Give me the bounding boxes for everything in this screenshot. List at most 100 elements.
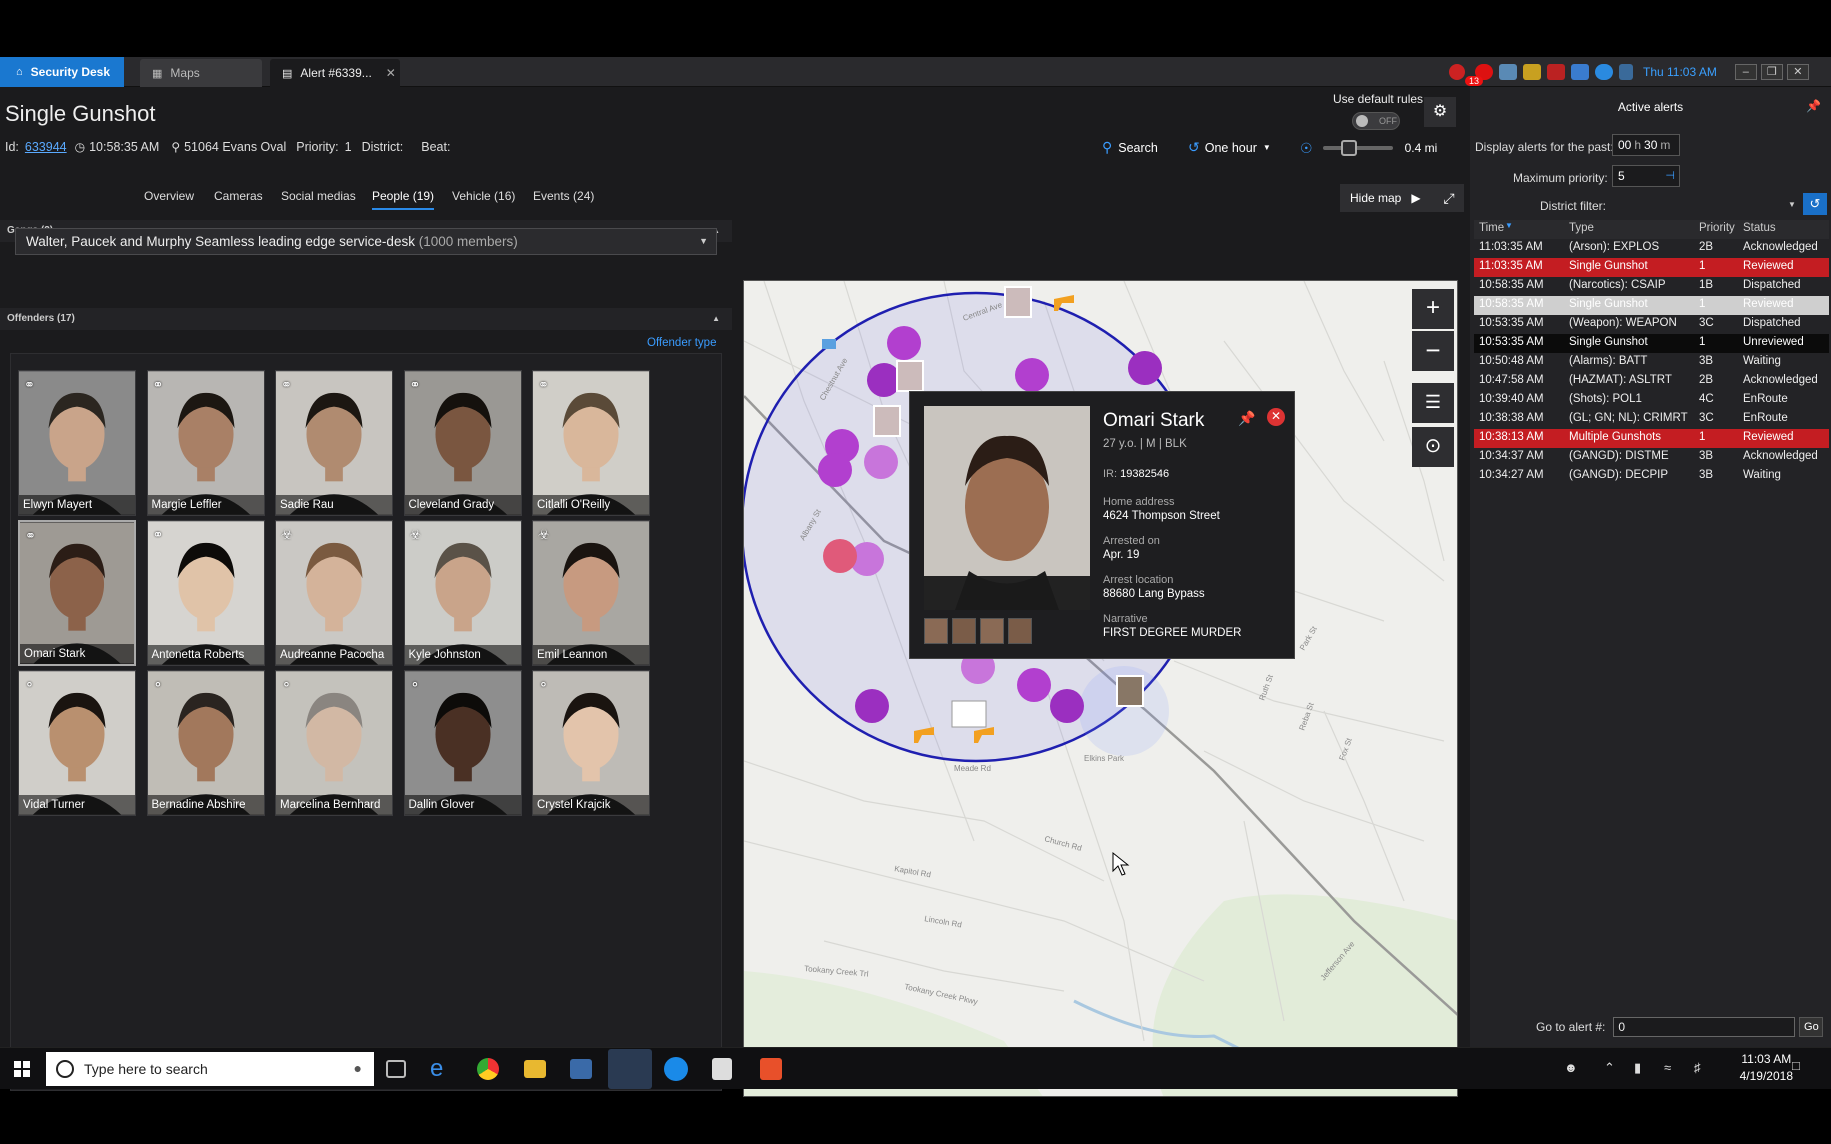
taskbar-search[interactable]: Type here to search ● xyxy=(46,1052,374,1086)
close-button[interactable]: ✕ xyxy=(1786,64,1809,80)
zoom-out-button[interactable]: − xyxy=(1412,331,1454,371)
windows-start-icon[interactable] xyxy=(14,1061,30,1077)
close-tab-icon[interactable]: ✕ xyxy=(386,66,396,80)
go-button[interactable]: Go xyxy=(1799,1017,1824,1037)
alert-row[interactable]: 10:58:35 AM (Narcotics): CSAIP 1B Dispatche… xyxy=(1474,277,1829,296)
monitor-icon[interactable] xyxy=(1499,64,1517,80)
pin-icon[interactable]: 📌 xyxy=(1238,410,1255,427)
globe-icon[interactable] xyxy=(1595,64,1613,80)
radius-slider[interactable]: ☉ 0.4 mi xyxy=(1300,139,1450,157)
notifications-icon[interactable]: 13 xyxy=(1449,62,1484,86)
alert-row[interactable]: 11:03:35 AM (Arson): EXPLOS 2B Acknowledged xyxy=(1474,239,1829,258)
offender-card[interactable]: ⚭ Cleveland Grady xyxy=(403,370,522,516)
pin-icon[interactable]: 📌 xyxy=(1806,99,1821,113)
alert-row[interactable]: 11:03:35 AM Single Gunshot 1 Reviewed xyxy=(1474,258,1829,277)
offender-card[interactable]: ⚬ Vidal Turner xyxy=(18,670,136,816)
offender-card[interactable]: ☣ Emil Leannon xyxy=(532,520,650,666)
people-icon[interactable]: ☻ xyxy=(1564,1060,1578,1075)
offender-card[interactable]: ⚭ Omari Stark xyxy=(18,520,136,666)
slider-handle-icon[interactable]: ⊣ xyxy=(1665,166,1675,186)
alert-row[interactable]: 10:38:38 AM (GL; GN; NL): CRIMRT 3C EnRoute xyxy=(1474,410,1829,429)
gang-select[interactable]: Walter, Paucek and Murphy Seamless leadi… xyxy=(15,228,717,255)
task-view-icon[interactable] xyxy=(386,1060,406,1078)
tab-vehicle[interactable]: Vehicle (16) xyxy=(452,189,515,203)
search-button[interactable]: ⚲ Search xyxy=(1102,139,1158,156)
edge-icon[interactable]: e xyxy=(430,1055,460,1083)
thumbnail[interactable] xyxy=(980,618,1004,644)
tab-maps[interactable]: ▦ Maps xyxy=(140,59,262,87)
offender-card[interactable]: ⚭ Citlalli O'Reilly xyxy=(532,370,650,516)
tab-security-desk[interactable]: ⌂ Security Desk xyxy=(0,57,124,87)
slider-knob[interactable] xyxy=(1340,140,1357,156)
tab-cameras[interactable]: Cameras xyxy=(214,189,263,203)
wifi-icon[interactable]: ≈ xyxy=(1664,1060,1671,1075)
store-icon[interactable] xyxy=(570,1059,592,1079)
speaker-muted-icon[interactable]: ♯ xyxy=(1694,1060,1701,1075)
offender-type-link[interactable]: Offender type xyxy=(647,337,716,349)
alert-row[interactable]: 10:58:35 AM Single Gunshot 1 Reviewed xyxy=(1474,296,1829,315)
alert-row[interactable]: 10:34:37 AM (GANGD): DISTME 3B Acknowledged xyxy=(1474,448,1829,467)
locate-icon[interactable]: ⊙ xyxy=(1412,427,1454,467)
minimize-button[interactable]: – xyxy=(1734,64,1757,80)
security-desk-taskbar-icon[interactable] xyxy=(608,1049,652,1089)
alert-row[interactable]: 10:53:35 AM (Weapon): WEAPON 3C Dispatched xyxy=(1474,315,1829,334)
action-center-icon[interactable]: □ xyxy=(1792,1058,1800,1073)
chevron-down-icon[interactable]: ▼ xyxy=(1788,200,1796,209)
alert-row[interactable]: 10:39:40 AM (Shots): POL1 4C EnRoute xyxy=(1474,391,1829,410)
app-icon[interactable] xyxy=(712,1058,732,1080)
network-warning-icon[interactable] xyxy=(1619,64,1633,80)
alert-row[interactable]: 10:53:35 AM Single Gunshot 1 Unreviewed xyxy=(1474,334,1829,353)
past-duration-input[interactable]: 00 h 30 m xyxy=(1612,134,1680,156)
layers-icon[interactable]: ☰ xyxy=(1412,383,1454,423)
zoom-in-button[interactable]: + xyxy=(1412,289,1454,329)
alert-id-link[interactable]: 633944 xyxy=(25,140,67,154)
tab-social-medias[interactable]: Social medias xyxy=(281,189,356,203)
col-status[interactable]: Status xyxy=(1743,222,1776,234)
col-priority[interactable]: Priority xyxy=(1699,222,1735,234)
tab-overview[interactable]: Overview xyxy=(144,189,194,203)
alert-row[interactable]: 10:34:27 AM (GANGD): DECPIP 3B Waiting xyxy=(1474,467,1829,486)
offender-card[interactable]: ⚭ Sadie Rau xyxy=(275,370,393,516)
message-icon[interactable] xyxy=(1547,64,1565,80)
offender-card[interactable]: ⚬ Dallin Glover xyxy=(403,670,522,816)
restore-button[interactable]: ❐ xyxy=(1760,64,1783,80)
tab-alert[interactable]: ▤ Alert #6339... ✕ xyxy=(270,59,400,87)
thumbnail[interactable] xyxy=(1008,618,1032,644)
time-range-dropdown[interactable]: ↺ One hour ▼ xyxy=(1188,139,1271,156)
offender-card[interactable]: ⚬ Bernadine Abshire xyxy=(146,670,265,816)
volume-icon[interactable] xyxy=(1571,64,1589,80)
offender-card[interactable]: ☣ Kyle Johnston xyxy=(403,520,522,666)
goto-alert-input[interactable]: 0 xyxy=(1613,1017,1796,1037)
offender-card[interactable]: ⚬ Marcelina Bernhard xyxy=(275,670,393,816)
camera-app-icon[interactable] xyxy=(760,1058,782,1080)
alert-row[interactable]: 10:47:58 AM (HAZMAT): ASLTRT 2B Acknowledge… xyxy=(1474,372,1829,391)
col-type[interactable]: Type xyxy=(1569,222,1594,234)
offender-card[interactable]: ⚭ Antonetta Roberts xyxy=(146,520,265,666)
file-explorer-icon[interactable] xyxy=(524,1060,546,1078)
thumbnail[interactable] xyxy=(952,618,976,644)
offender-popup[interactable]: Omari Stark 📌 ✕ 27 y.o. | M | BLK IR: 19… xyxy=(909,391,1295,659)
alert-row[interactable]: 10:38:13 AM Multiple Gunshots 1 Reviewed xyxy=(1474,429,1829,448)
tab-events[interactable]: Events (24) xyxy=(533,189,594,203)
col-time[interactable]: Time xyxy=(1479,222,1504,234)
offenders-section-header[interactable]: Offenders (17) ▲ xyxy=(0,308,732,330)
offender-card[interactable]: ⚭ Elwyn Mayert xyxy=(18,370,136,516)
tab-people[interactable]: People (19) xyxy=(372,189,435,210)
close-popup-button[interactable]: ✕ xyxy=(1267,408,1285,426)
chevron-up-icon[interactable]: ⌃ xyxy=(1604,1060,1615,1076)
offender-card[interactable]: ⚬ Crystel Krajcik xyxy=(532,670,650,816)
alert-row[interactable]: 10:50:48 AM (Alarms): BATT 3B Waiting xyxy=(1474,353,1829,372)
megaphone-icon[interactable] xyxy=(1523,64,1541,80)
collapse-icon[interactable]: ▲ xyxy=(712,308,720,330)
default-rules-toggle[interactable]: OFF xyxy=(1352,112,1400,130)
settings-gear-icon[interactable]: ⚙ xyxy=(1424,97,1456,127)
thumbnail[interactable] xyxy=(924,618,948,644)
battery-icon[interactable]: ▮ xyxy=(1634,1060,1641,1076)
offender-card[interactable]: ⚭ Margie Leffler xyxy=(146,370,265,516)
expand-icon[interactable]: ⤢ xyxy=(1434,184,1464,212)
chrome-icon[interactable] xyxy=(477,1058,499,1080)
max-priority-input[interactable]: 5 ⊣ xyxy=(1612,165,1680,187)
offender-card[interactable]: ☣ Audreanne Pacocha xyxy=(275,520,393,666)
taskbar-clock[interactable]: 11:03 AM 4/19/2018 xyxy=(1740,1051,1793,1085)
microphone-icon[interactable]: ● xyxy=(354,1060,362,1076)
